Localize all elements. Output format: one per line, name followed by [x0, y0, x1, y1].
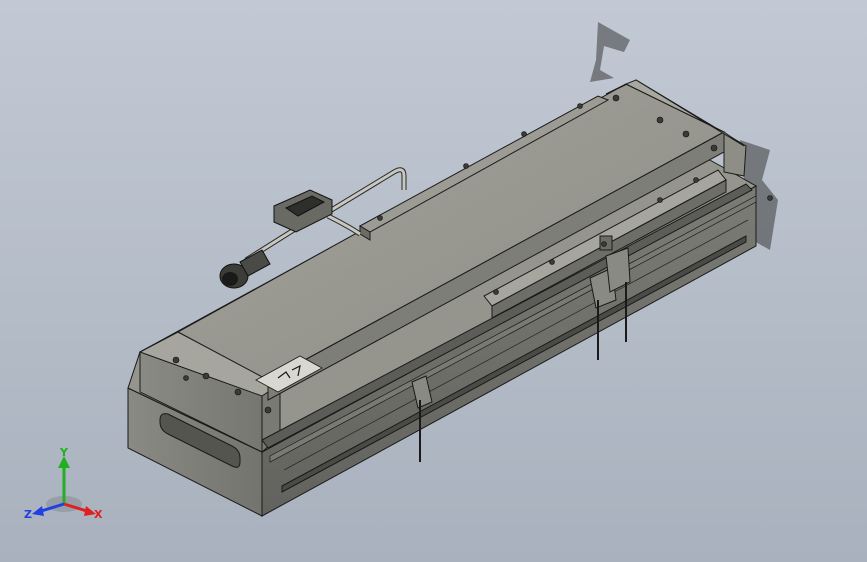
linear-actuator-model[interactable]: [0, 0, 867, 562]
z-axis-label: Z: [24, 508, 32, 521]
axis-triad: Y X Z: [24, 448, 103, 521]
round-connector[interactable]: [219, 249, 271, 289]
y-axis-label: Y: [59, 448, 69, 459]
x-axis-label: X: [94, 508, 103, 521]
d-sub-connector[interactable]: [273, 189, 333, 233]
graphics-viewport[interactable]: Y X Z: [0, 0, 867, 562]
z-axis-arrow: [32, 506, 44, 516]
